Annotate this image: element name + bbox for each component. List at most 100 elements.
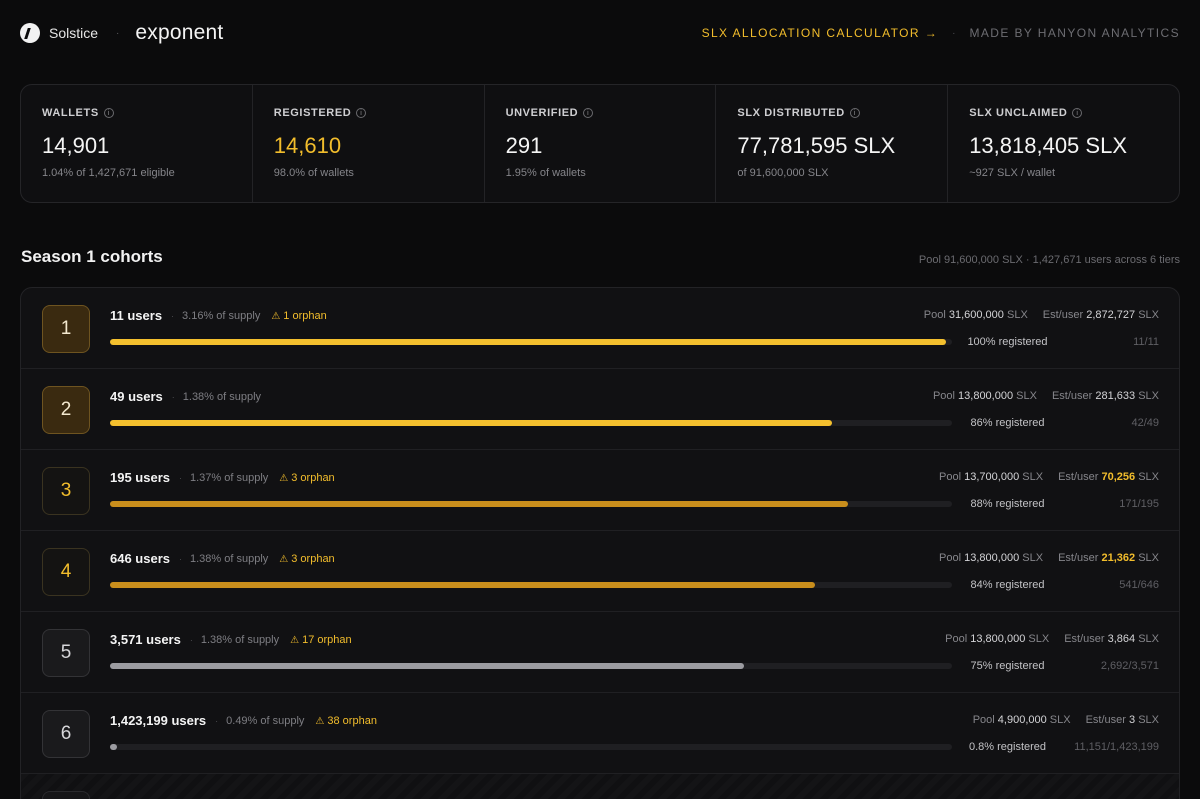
est-user-label: Est/user <box>1042 309 1084 321</box>
section-meta: Pool 91,600,000 SLX · 1,427,671 users ac… <box>918 254 1180 266</box>
stats-panel: WALLETS i 14,901 1.04% of 1,427,671 eligibl… <box>20 84 1180 203</box>
registration-progress-fill <box>110 501 849 507</box>
registered-percent: 100% registered <box>967 336 1048 348</box>
pool-amount: 13,700,000 <box>964 471 1020 483</box>
est-user-label: Est/user <box>1058 552 1099 564</box>
separator-dot: · <box>179 472 182 483</box>
info-icon[interactable]: i <box>103 108 114 118</box>
registered-fraction: 42/49 <box>1131 417 1159 429</box>
user-count: 3,571 users <box>110 632 181 647</box>
stat-subtext: 1.04% of 1,427,671 eligible <box>42 167 175 179</box>
registration-progress-bar <box>110 582 952 588</box>
cohort-info: 3,571 users · 1.38% of supply ⚠ 17 orphan <box>110 632 352 647</box>
separator-dot: · <box>171 391 175 402</box>
registered-percent: 0.8% registered <box>968 741 1047 753</box>
tier-badge: 3 <box>42 467 90 515</box>
cohort-row: 1 11 users · 3.16% of supply ⚠ 1 orphan Pool 3… <box>21 288 1179 369</box>
stat-label-text: SLX DISTRIBUTED <box>737 107 845 119</box>
tier-badge: 4 <box>42 548 90 596</box>
pool-info: Pool 13,800,000 SLX Est/user 21,362 SLX <box>939 552 1159 564</box>
pool-amount: 13,800,000 <box>964 552 1020 564</box>
pool-unit: SLX <box>1022 471 1044 483</box>
supply-share: 1.37% of supply <box>190 471 269 484</box>
cohort-row: 4 646 users · 1.38% of supply ⚠ 3 orphan Pool … <box>21 531 1179 612</box>
tier-badge: 5 <box>42 629 90 677</box>
orphan-count: 17 orphan <box>302 633 352 646</box>
registration-progress-bar <box>110 339 952 345</box>
solstice-logo-icon <box>20 23 40 43</box>
product-name: exponent <box>135 21 224 44</box>
registration-progress-fill <box>110 420 832 426</box>
supply-share: 3.16% of supply <box>182 309 261 322</box>
info-icon[interactable]: i <box>1072 108 1083 118</box>
stat-label-text: SLX UNCLAIMED <box>969 107 1068 119</box>
est-user-unit: SLX <box>1138 390 1159 402</box>
pool-info: Pool 13,700,000 SLX Est/user 70,256 SLX <box>939 471 1159 483</box>
registration-progress-bar <box>110 744 952 750</box>
orphan-badge: ⚠ 3 orphan <box>279 472 334 484</box>
est-user-amount: 70,256 <box>1101 471 1136 483</box>
stat-subtext: 98.0% of wallets <box>273 167 354 179</box>
warning-icon: ⚠ <box>271 310 281 322</box>
made-by-label: MADE BY HANYON ANALYTICS <box>969 26 1180 40</box>
orphan-count: 38 orphan <box>327 714 377 727</box>
est-user-amount: 281,633 <box>1095 390 1136 402</box>
stat-label: WALLETS i <box>42 107 252 119</box>
orphan-badge: ⚠ 38 orphan <box>315 715 377 727</box>
cohort-row: 5 3,571 users · 1.38% of supply ⚠ 17 orphan Po… <box>21 612 1179 693</box>
orphan-badge: ⚠ 17 orphan <box>290 634 352 646</box>
registered-fraction: 11/11 <box>1133 336 1159 348</box>
cohort-info: 1,423,199 users · 0.49% of supply ⚠ 38 orpha… <box>110 713 377 728</box>
stat-value: 14,610 <box>273 133 342 158</box>
stat-value: 291 <box>505 133 543 158</box>
warning-icon: ⚠ <box>315 715 325 727</box>
allocation-calculator-link[interactable]: SLX ALLOCATION CALCULATOR → <box>702 26 939 40</box>
pool-info: Pool 13,800,000 SLX Est/user 3,864 SLX <box>945 633 1159 645</box>
est-user-label: Est/user <box>1085 714 1126 726</box>
pool-unit: SLX <box>1006 309 1028 321</box>
supply-share: 0.49% of supply <box>226 714 305 727</box>
pool-unit: SLX <box>1016 390 1037 402</box>
registered-fraction: 541/646 <box>1119 579 1159 591</box>
registration-progress-fill <box>110 744 117 750</box>
registration-progress-bar <box>110 420 952 426</box>
stat-card: SLX UNCLAIMED i 13,818,405 SLX ~927 SLX / w… <box>948 85 1179 202</box>
tier-badge: 6 <box>42 710 90 758</box>
registered-percent: 75% registered <box>970 660 1045 672</box>
cohort-info: 646 users · 1.38% of supply ⚠ 3 orphan <box>110 551 335 566</box>
orphan-badge: ⚠ 3 orphan <box>279 553 334 565</box>
pool-label: Pool <box>932 390 955 402</box>
est-user-label: Est/user <box>1064 633 1105 645</box>
registered-percent: 84% registered <box>970 579 1045 591</box>
stat-value: 13,818,405 SLX <box>969 133 1127 158</box>
info-icon[interactable]: i <box>849 108 860 118</box>
registration-progress-fill <box>110 339 947 345</box>
user-count: 49 users <box>110 389 163 404</box>
info-icon[interactable]: i <box>356 108 367 118</box>
est-user-unit: SLX <box>1138 309 1159 321</box>
stat-label: SLX UNCLAIMED i <box>969 107 1179 119</box>
supply-share: 1.38% of supply <box>182 390 262 403</box>
user-count: 195 users <box>110 470 170 485</box>
cohort-row: 2 49 users · 1.38% of supply Pool 13,800,000… <box>21 369 1179 450</box>
orphan-badge: ⚠ 1 orphan <box>271 310 326 322</box>
cohort-info: 11 users · 3.16% of supply ⚠ 1 orphan <box>110 308 327 323</box>
registration-progress-fill <box>110 582 815 588</box>
stat-card: WALLETS i 14,901 1.04% of 1,427,671 eligibl… <box>21 85 253 202</box>
stat-label-text: UNVERIFIED <box>505 107 579 119</box>
stat-card: UNVERIFIED i 291 1.95% of wallets <box>485 85 717 202</box>
separator-dot: · <box>189 634 193 645</box>
pool-label: Pool <box>972 714 995 726</box>
brand-separator: · <box>116 27 120 39</box>
user-count: 646 users <box>110 551 170 566</box>
est-user-unit: SLX <box>1138 714 1159 726</box>
cohort-row: 6 1,423,199 users · 0.49% of supply ⚠ 38 orph… <box>21 693 1179 774</box>
stat-value: 77,781,595 SLX <box>737 133 896 158</box>
stat-card: SLX DISTRIBUTED i 77,781,595 SLX of 91,600,… <box>716 85 949 202</box>
pool-amount: 4,900,000 <box>997 714 1047 726</box>
pool-info: Pool 13,800,000 SLX Est/user 281,633 SLX <box>933 390 1159 402</box>
separator-dot: · <box>171 310 175 321</box>
tier-badge: 2 <box>42 386 90 434</box>
stat-label-text: REGISTERED <box>273 107 352 119</box>
info-icon[interactable]: i <box>583 108 594 118</box>
